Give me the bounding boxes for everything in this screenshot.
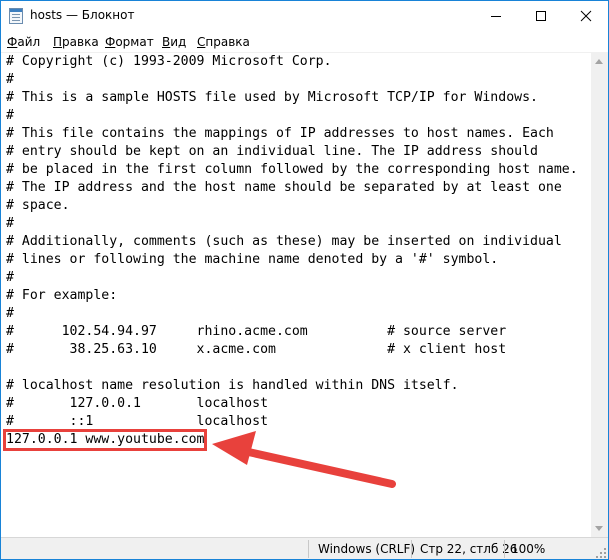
text-line[interactable]: # Copyright (c) 1993-2009 Microsoft Corp… bbox=[6, 53, 578, 71]
notepad-icon bbox=[9, 8, 23, 24]
close-button[interactable] bbox=[563, 1, 608, 31]
close-icon bbox=[580, 10, 591, 22]
minimize-button[interactable] bbox=[473, 1, 518, 31]
text-line[interactable]: # entry should be kept on an individual … bbox=[6, 143, 578, 161]
text-line[interactable] bbox=[6, 359, 578, 377]
text-line[interactable]: # be placed in the first column followed… bbox=[6, 161, 578, 179]
menu-bar: Файл Правка Формат Вид Справка bbox=[1, 32, 608, 53]
scroll-down-icon[interactable] bbox=[595, 526, 603, 531]
text-line[interactable]: # 102.54.94.97 rhino.acme.com # source s… bbox=[6, 323, 578, 341]
text-line[interactable]: # This file contains the mappings of IP … bbox=[6, 125, 578, 143]
text-content[interactable]: # Copyright (c) 1993-2009 Microsoft Corp… bbox=[6, 53, 578, 449]
menu-file[interactable]: Файл bbox=[7, 35, 40, 49]
text-line[interactable]: # This is a sample HOSTS file used by Mi… bbox=[6, 89, 578, 107]
maximize-icon bbox=[535, 11, 546, 21]
text-line[interactable]: # bbox=[6, 71, 578, 89]
text-line[interactable]: # localhost name resolution is handled w… bbox=[6, 377, 578, 395]
status-zoom: 100% bbox=[511, 542, 546, 556]
resize-grip-icon[interactable] bbox=[596, 548, 606, 558]
text-line[interactable]: # bbox=[6, 107, 578, 125]
text-line[interactable]: # 127.0.0.1 localhost bbox=[6, 395, 578, 413]
vertical-scrollbar[interactable] bbox=[591, 53, 608, 537]
text-line[interactable]: # bbox=[6, 269, 578, 287]
status-divider bbox=[308, 540, 309, 558]
text-line[interactable]: # bbox=[6, 305, 578, 323]
menu-edit[interactable]: Правка bbox=[53, 35, 99, 49]
status-divider bbox=[504, 540, 505, 558]
menu-help[interactable]: Справка bbox=[197, 35, 250, 49]
text-editor[interactable]: # Copyright (c) 1993-2009 Microsoft Corp… bbox=[1, 53, 591, 537]
status-line-ending: Windows (CRLF) bbox=[318, 542, 416, 556]
text-line[interactable]: # bbox=[6, 215, 578, 233]
text-line[interactable]: # Additionally, comments (such as these)… bbox=[6, 233, 578, 251]
text-line[interactable]: # 38.25.63.10 x.acme.com # x client host bbox=[6, 341, 578, 359]
text-line[interactable]: # The IP address and the host name shoul… bbox=[6, 179, 578, 197]
text-line[interactable]: # lines or following the machine name de… bbox=[6, 251, 578, 269]
menu-format[interactable]: Формат bbox=[105, 35, 154, 49]
scroll-up-icon[interactable] bbox=[595, 59, 603, 64]
minimize-icon bbox=[490, 16, 501, 17]
notepad-window: hosts — Блокнот Файл Правка Формат Вид С… bbox=[0, 0, 609, 560]
text-line[interactable]: # space. bbox=[6, 197, 578, 215]
highlight-box bbox=[3, 429, 207, 451]
status-cursor-position: Стр 22, стлб 26 bbox=[420, 542, 518, 556]
title-bar[interactable]: hosts — Блокнот bbox=[1, 1, 608, 31]
status-bar: Windows (CRLF) Стр 22, стлб 26 100% bbox=[1, 537, 608, 559]
window-title: hosts — Блокнот bbox=[30, 8, 135, 22]
menu-view[interactable]: Вид bbox=[162, 35, 186, 49]
text-line[interactable]: # For example: bbox=[6, 287, 578, 305]
maximize-button[interactable] bbox=[518, 1, 563, 31]
status-divider bbox=[411, 540, 412, 558]
